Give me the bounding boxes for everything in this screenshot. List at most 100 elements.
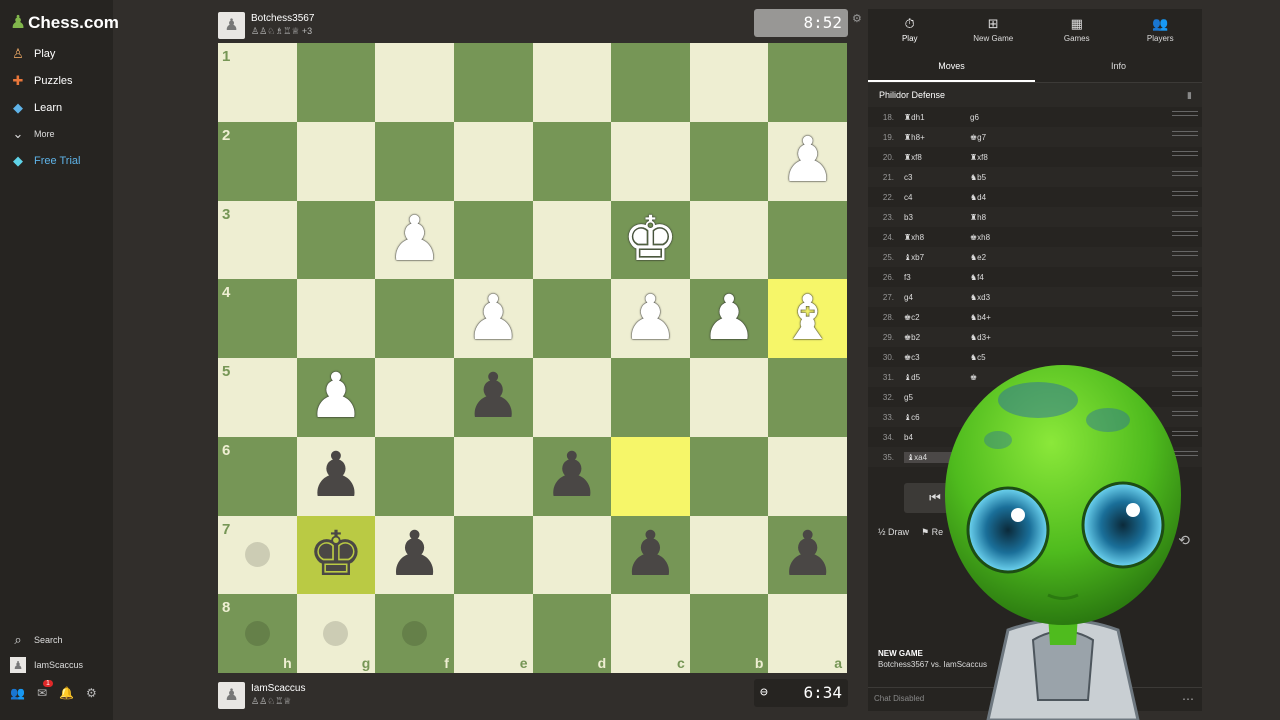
square-f2[interactable] — [375, 121, 454, 201]
square-e7[interactable] — [453, 515, 533, 595]
black-move[interactable]: ♜xf8 — [970, 153, 1030, 162]
square-a6[interactable] — [768, 436, 847, 516]
draw-button[interactable]: ½ Draw — [878, 527, 909, 537]
square-b5[interactable] — [689, 358, 769, 437]
square-c2[interactable] — [611, 121, 690, 201]
square-f1[interactable] — [375, 43, 454, 122]
square-g2[interactable] — [296, 121, 376, 201]
black-move[interactable]: ♞e2 — [970, 253, 1030, 262]
board-settings-gear-icon[interactable]: ⚙ — [852, 12, 862, 25]
square-d1[interactable] — [532, 43, 612, 122]
square-b8[interactable]: b — [689, 594, 769, 673]
white-pawn-icon[interactable]: ♟ — [780, 130, 836, 192]
square-d7[interactable] — [532, 515, 612, 595]
square-b4[interactable]: ♟ — [689, 279, 769, 358]
square-c4[interactable]: ♟ — [611, 279, 690, 358]
white-move[interactable]: b3 — [904, 213, 970, 222]
square-b2[interactable] — [689, 121, 769, 201]
bookmark-icon[interactable]: ▮ — [1187, 83, 1192, 107]
black-pawn-icon[interactable]: ♟ — [623, 523, 679, 586]
square-a5[interactable] — [768, 358, 847, 437]
white-move[interactable]: c3 — [904, 173, 970, 182]
white-move[interactable]: c4 — [904, 193, 970, 202]
white-move[interactable]: f3 — [904, 273, 970, 282]
opponent-avatar[interactable]: ♟ — [218, 11, 245, 39]
black-move[interactable]: ♚g7 — [970, 133, 1030, 142]
user-link[interactable]: ♟ IamScaccus — [10, 657, 83, 673]
tab-players[interactable]: 👥 Players — [1119, 9, 1203, 49]
square-e6[interactable] — [453, 436, 533, 516]
square-f3[interactable]: ♟ — [375, 200, 454, 280]
opponent-name[interactable]: Botchess3567 — [251, 13, 314, 24]
white-pawn-icon[interactable]: ♟ — [387, 208, 443, 271]
square-a7[interactable]: ♟ — [768, 515, 847, 595]
square-c8[interactable]: c — [611, 594, 690, 673]
bell-icon[interactable]: 🔔 — [59, 686, 74, 700]
square-g8[interactable]: g — [296, 594, 376, 673]
sidebar-item-free-trial[interactable]: ◆ Free Trial — [10, 153, 80, 169]
sidebar-item-more[interactable]: ⌄ More — [10, 126, 55, 142]
black-move[interactable]: g6 — [970, 113, 1030, 122]
white-move[interactable]: ♜xf8 — [904, 153, 970, 162]
friends-icon[interactable]: 👥 — [10, 686, 25, 700]
white-move[interactable]: ♜h8+ — [904, 133, 970, 142]
square-e3[interactable] — [453, 200, 533, 280]
sidebar-item-puzzles[interactable]: ✚ Puzzles — [10, 73, 73, 89]
square-e2[interactable] — [453, 121, 533, 201]
player-avatar[interactable]: ♟ — [218, 681, 245, 709]
legal-move-dot[interactable] — [244, 621, 270, 647]
white-pawn-icon[interactable]: ♟ — [465, 287, 521, 350]
white-bishop-icon[interactable]: ♝ — [780, 287, 836, 350]
tab-info[interactable]: Info — [1035, 49, 1202, 82]
square-b7[interactable] — [689, 515, 769, 595]
square-g6[interactable]: ♟ — [296, 436, 376, 516]
tab-games[interactable]: ▦ Games — [1035, 9, 1119, 49]
square-e5[interactable]: ♟ — [453, 358, 533, 437]
square-f4[interactable] — [375, 279, 454, 358]
search-link[interactable]: ⌕ Search — [10, 632, 62, 648]
square-b1[interactable] — [689, 43, 769, 122]
square-d5[interactable] — [532, 358, 612, 437]
square-d3[interactable] — [532, 200, 612, 280]
square-f6[interactable] — [375, 436, 454, 516]
white-move[interactable]: g4 — [904, 293, 970, 302]
black-move[interactable]: ♞d4 — [970, 193, 1030, 202]
square-h3[interactable]: 3 — [218, 200, 297, 280]
white-move[interactable]: ♜dh1 — [904, 113, 970, 122]
square-g5[interactable]: ♟ — [296, 358, 376, 437]
brand-logo[interactable]: ♟ Chess.com — [10, 12, 119, 33]
square-c7[interactable]: ♟ — [611, 515, 690, 595]
square-h4[interactable]: 4 — [218, 279, 297, 358]
black-move[interactable]: ♞f4 — [970, 273, 1030, 282]
tab-play[interactable]: ⏱ Play — [868, 9, 952, 49]
legal-move-dot[interactable] — [323, 621, 349, 647]
square-h6[interactable]: 6 — [218, 436, 297, 516]
black-move[interactable]: ♞d3+ — [970, 333, 1030, 342]
square-c5[interactable] — [611, 358, 690, 437]
square-g4[interactable] — [296, 279, 376, 358]
black-pawn-icon[interactable]: ♟ — [544, 445, 600, 507]
white-move[interactable]: ♚c2 — [904, 313, 970, 322]
black-king-icon[interactable]: ♚ — [308, 523, 364, 586]
square-e4[interactable]: ♟ — [453, 279, 533, 358]
square-d8[interactable]: d — [532, 594, 612, 673]
square-e8[interactable]: e — [453, 594, 533, 673]
square-b6[interactable] — [689, 436, 769, 516]
square-b3[interactable] — [689, 200, 769, 280]
square-c3[interactable]: ♚ — [611, 200, 690, 280]
black-pawn-icon[interactable]: ♟ — [308, 445, 364, 507]
square-a8[interactable]: a — [768, 594, 847, 673]
player-name[interactable]: IamScaccus — [251, 683, 305, 694]
black-pawn-icon[interactable]: ♟ — [387, 523, 443, 586]
white-king-icon[interactable]: ♚ — [623, 208, 679, 271]
tab-new-game[interactable]: ⊞ New Game — [952, 9, 1036, 49]
black-move[interactable]: ♞b4+ — [970, 313, 1030, 322]
white-pawn-icon[interactable]: ♟ — [623, 287, 679, 350]
square-h5[interactable]: 5 — [218, 358, 297, 437]
white-pawn-icon[interactable]: ♟ — [701, 287, 757, 350]
sidebar-item-play[interactable]: ♙ Play — [10, 46, 55, 62]
tab-moves[interactable]: Moves — [868, 49, 1035, 82]
square-f8[interactable]: f — [375, 594, 454, 673]
gear-icon[interactable]: ⚙ — [86, 686, 97, 700]
black-pawn-icon[interactable]: ♟ — [780, 523, 836, 586]
